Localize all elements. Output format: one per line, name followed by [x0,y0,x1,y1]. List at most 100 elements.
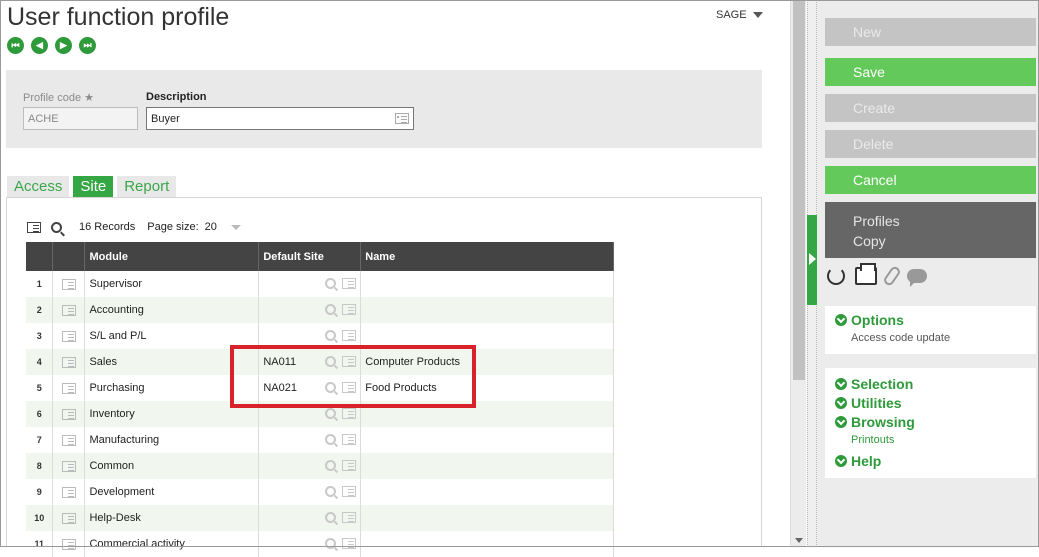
chevron-down-icon[interactable] [230,224,241,230]
tab-report[interactable]: Report [117,176,177,197]
selection-list-icon[interactable] [342,460,357,471]
row-menu-icon[interactable] [61,512,76,524]
lookup-search-icon[interactable] [325,408,337,419]
default-site-cell[interactable] [258,505,362,531]
row-menu-icon[interactable] [61,382,76,394]
lookup-search-icon[interactable] [325,460,337,471]
selection-list-icon[interactable] [342,330,357,341]
row-action-cell[interactable] [52,427,86,453]
default-site-cell[interactable] [258,479,362,505]
row-action-cell[interactable] [52,505,86,531]
row-action-cell[interactable] [52,531,86,557]
previous-record-icon[interactable]: ◀ [31,37,48,54]
scrollbar-thumb[interactable] [793,0,805,380]
collapse-panel-toggle[interactable] [807,215,817,305]
access-code-update-link[interactable]: Access code update [835,329,1026,349]
row-action-cell[interactable] [52,271,86,297]
row-action-cell[interactable] [52,401,86,427]
row-menu-icon[interactable] [61,278,76,290]
row-menu-icon[interactable] [61,434,76,446]
selection-menu[interactable]: Selection [835,374,1026,393]
lookup-search-icon[interactable] [325,330,337,341]
row-menu-icon[interactable] [61,356,76,368]
lookup-search-icon[interactable] [325,538,337,549]
lookup-search-icon[interactable] [325,486,337,497]
selection-list-icon[interactable] [342,278,357,289]
row-action-header [52,242,86,271]
lookup-search-icon[interactable] [325,278,337,289]
scroll-down-icon[interactable] [795,538,803,543]
tab-access[interactable]: Access [7,176,70,197]
action-panel: New Save Create Delete Cancel Profiles C… [817,0,1039,547]
selection-list-icon[interactable] [342,304,357,315]
vertical-scrollbar[interactable] [790,0,806,547]
table-row[interactable]: 7 Manufacturing [26,427,614,453]
options-menu[interactable]: Options [835,310,1026,329]
refresh-icon[interactable] [827,267,845,285]
delete-button[interactable]: Delete [825,130,1036,158]
default-site-cell[interactable] [258,297,362,323]
row-action-cell[interactable] [52,453,86,479]
row-menu-icon[interactable] [61,304,76,316]
utilities-menu[interactable]: Utilities [835,393,1026,412]
sage-menu[interactable]: SAGE [716,9,763,21]
selection-list-icon[interactable] [342,408,357,419]
chevron-down-icon [835,396,847,409]
help-menu[interactable]: Help [835,451,1026,470]
profiles-copy-button[interactable]: Profiles Copy [825,202,1036,258]
lookup-search-icon[interactable] [325,304,337,315]
row-menu-icon[interactable] [61,538,76,550]
row-action-cell[interactable] [52,375,86,401]
printouts-link[interactable]: Printouts [835,431,1026,451]
description-field[interactable]: Buyer [146,107,414,130]
row-number: 11 [26,531,54,557]
table-row[interactable]: 8 Common [26,453,614,479]
description-value: Buyer [151,113,180,125]
page-size-value[interactable]: 20 [205,221,217,233]
table-row[interactable]: 10 Help-Desk [26,505,614,531]
row-menu-icon[interactable] [61,460,76,472]
attachment-icon[interactable] [882,264,902,288]
table-row[interactable]: 11 Commercial activity [26,531,614,557]
search-icon[interactable] [51,221,62,233]
row-menu-icon[interactable] [61,486,76,498]
text-editor-icon[interactable] [395,113,409,124]
module-cell: Help-Desk [84,505,260,531]
selection-list-icon[interactable] [342,512,357,523]
row-menu-icon[interactable] [61,330,76,342]
comment-icon[interactable] [907,269,927,287]
row-action-cell[interactable] [52,349,86,375]
table-row[interactable]: 2 Accounting [26,297,614,323]
table-row[interactable]: 9 Development [26,479,614,505]
site-lookup-tools [325,460,357,471]
new-button[interactable]: New [825,18,1036,46]
lookup-search-icon[interactable] [325,434,337,445]
create-button[interactable]: Create [825,94,1036,122]
row-menu-icon[interactable] [61,408,76,420]
list-view-icon[interactable] [27,221,41,233]
last-record-icon[interactable]: ⏭ [79,37,96,54]
column-header-default-site[interactable]: Default Site [258,242,362,271]
default-site-cell[interactable] [258,453,362,479]
default-site-cell[interactable] [258,427,362,453]
print-icon[interactable] [855,263,877,285]
first-record-icon[interactable]: ⏮ [7,37,24,54]
row-action-cell[interactable] [52,297,86,323]
tools-row [827,263,927,288]
row-action-cell[interactable] [52,479,86,505]
save-button[interactable]: Save [825,58,1036,86]
table-row[interactable]: 1 Supervisor [26,271,614,297]
selection-list-icon[interactable] [342,434,357,445]
tab-site[interactable]: Site [73,176,114,197]
column-header-name[interactable]: Name [360,242,614,271]
default-site-cell[interactable] [258,531,362,557]
selection-list-icon[interactable] [342,538,357,549]
column-header-module[interactable]: Module [84,242,260,271]
lookup-search-icon[interactable] [325,512,337,523]
next-record-icon[interactable]: ▶ [55,37,72,54]
selection-list-icon[interactable] [342,486,357,497]
browsing-menu[interactable]: Browsing [835,412,1026,431]
row-action-cell[interactable] [52,323,86,349]
default-site-cell[interactable] [258,271,362,297]
cancel-button[interactable]: Cancel [825,166,1036,194]
